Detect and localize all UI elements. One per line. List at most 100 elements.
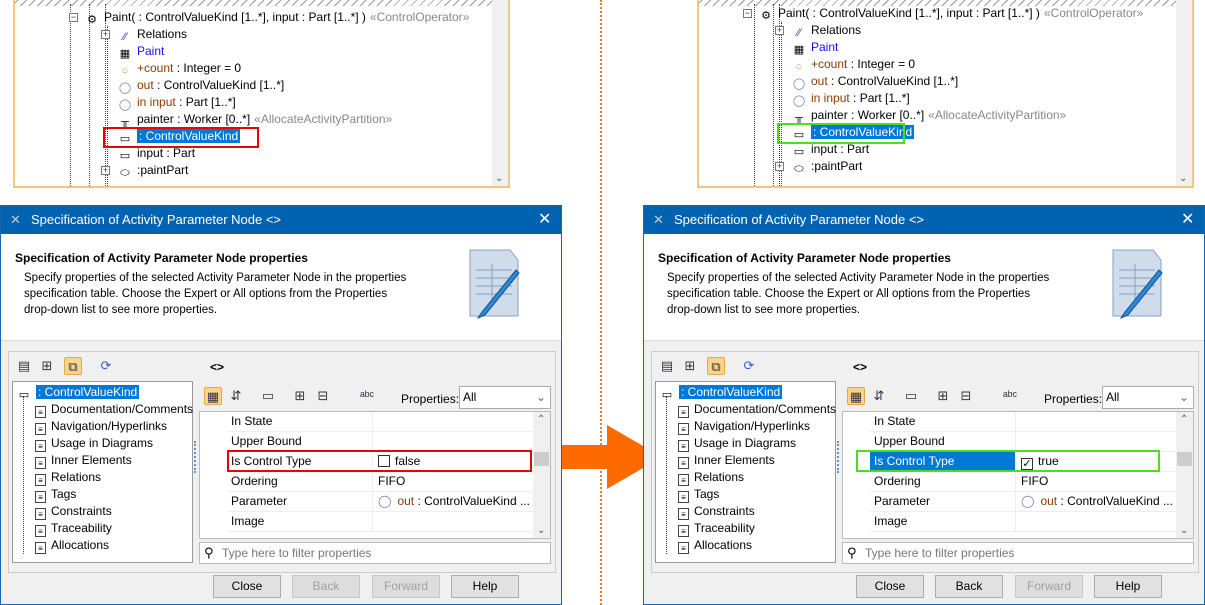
table-view-icon[interactable]: ▤ [15, 357, 33, 375]
tree-row[interactable]: ▦ Paint [792, 39, 839, 56]
tree-row[interactable]: ⬭:paintPart [792, 158, 862, 175]
refresh-icon[interactable]: ⟳ [97, 357, 115, 375]
properties-table[interactable]: In State Upper Bound Is Control Type false O… [199, 411, 551, 539]
spec-category-item[interactable]: ≡ Constraints [35, 503, 112, 520]
property-row[interactable]: Ordering FIFO [227, 472, 534, 492]
spec-category-item[interactable]: ≡ Usage in Diagrams [35, 435, 153, 452]
scrollbar[interactable]: ⌃ ⌄ [533, 412, 550, 538]
table-view-icon[interactable]: ▤ [658, 357, 676, 375]
property-row[interactable]: Upper Bound [870, 432, 1177, 452]
spec-category-item[interactable]: ≡ Usage in Diagrams [678, 435, 796, 452]
title-bar[interactable]: ✕ Specification of Activity Parameter Nod… [1, 206, 561, 234]
expand-all-icon[interactable]: ⊞ [291, 387, 309, 405]
splitter-handle[interactable] [194, 441, 196, 473]
chevron-down-icon[interactable]: ⌄ [537, 525, 545, 536]
property-value[interactable]: FIFO [1017, 472, 1177, 491]
filter-input[interactable]: Type here to filter properties [865, 543, 1014, 563]
filter-field[interactable]: ⚲ Type here to filter properties [199, 542, 551, 564]
spec-category-item[interactable]: ≡ Relations [35, 469, 101, 486]
tree-view-icon[interactable]: ⊞ [681, 357, 699, 375]
tree-row[interactable]: ▭ input : Part [118, 145, 195, 162]
expand-toggle[interactable]: + [101, 30, 110, 39]
property-value[interactable]: ◯ out : ControlValueKind ... [374, 492, 534, 511]
property-row[interactable]: Image [870, 512, 1177, 532]
scrollbar[interactable]: ⌄ [492, 0, 508, 186]
property-value[interactable] [1017, 512, 1177, 531]
categorized-icon[interactable]: ▦ [847, 387, 865, 405]
spelling-icon[interactable]: ᵃᵇᶜ [358, 387, 376, 405]
close-button[interactable]: Close [213, 575, 281, 598]
containment-tree[interactable]: ⌄ − ⚙ Paint( : ControlValueKind [1..*], inp… [13, 0, 510, 188]
spec-category-item[interactable]: ≡ Inner Elements [35, 452, 132, 469]
expand-toggle[interactable]: + [101, 166, 110, 175]
refresh-icon[interactable]: ⟳ [740, 357, 758, 375]
spec-category-item[interactable]: ≡ Traceability [678, 520, 755, 537]
tree-root-item[interactable]: ▭: ControlValueKind [17, 384, 140, 401]
chevron-down-icon[interactable]: ⌄ [1180, 525, 1188, 536]
spec-category-item[interactable]: ≡ Relations [678, 469, 744, 486]
spec-category-tree[interactable]: ▭: ControlValueKind ≡ Documentation/Commen… [655, 381, 836, 563]
close-button[interactable]: Close [856, 575, 924, 598]
spec-category-item[interactable]: ≡ Documentation/Comments [678, 401, 836, 418]
spelling-icon[interactable]: ᵃᵇᶜ [1001, 387, 1019, 405]
tree-row[interactable]: ◯ in input : Part [1..*] [792, 90, 910, 107]
tree-row[interactable]: ⬭:paintPart [118, 162, 188, 179]
categorized-icon[interactable]: ▦ [204, 387, 222, 405]
filter-input[interactable]: Type here to filter properties [222, 543, 371, 563]
tree-row[interactable]: ○ +count : Integer = 0 [118, 60, 241, 77]
spec-category-item[interactable]: ≡ Navigation/Hyperlinks [35, 418, 167, 435]
tree-row[interactable]: ◯ out : ControlValueKind [1..*] [792, 73, 958, 90]
filter-field[interactable]: ⚲ Type here to filter properties [842, 542, 1194, 564]
collapse-all-icon[interactable]: ⊟ [314, 387, 332, 405]
containment-tree[interactable]: ⌄ − ⚙ Paint( : ControlValueKind [1..*], inp… [697, 0, 1194, 188]
property-value[interactable] [1017, 412, 1177, 431]
tree-root-item[interactable]: ▭: ControlValueKind [660, 384, 783, 401]
expand-toggle[interactable]: + [775, 162, 784, 171]
spec-category-item[interactable]: ≡ Constraints [678, 503, 755, 520]
tree-row[interactable]: ◯ in input : Part [1..*] [118, 94, 236, 111]
property-row[interactable]: In State [870, 412, 1177, 432]
scrollbar[interactable]: ⌃ ⌄ [1176, 412, 1193, 538]
spec-category-item[interactable]: ≡ Tags [35, 486, 76, 503]
properties-select[interactable]: All ⌄ [1102, 386, 1194, 409]
property-row[interactable]: Image [227, 512, 534, 532]
tree-row[interactable]: ╥ painter : Worker [0..*] «AllocateActivit… [118, 111, 392, 128]
sort-icon[interactable]: ⇵ [227, 387, 245, 405]
property-value[interactable] [374, 412, 534, 431]
expand-toggle[interactable]: + [775, 26, 784, 35]
property-value[interactable] [374, 512, 534, 531]
splitter-handle[interactable] [837, 441, 839, 473]
tree-row[interactable]: ○ +count : Integer = 0 [792, 56, 915, 73]
tree-row[interactable]: ⚙ Paint( : ControlValueKind [1..*], input… [85, 9, 469, 26]
spec-category-item[interactable]: ≡ Inner Elements [678, 452, 775, 469]
expand-toggle[interactable]: − [743, 9, 752, 18]
title-bar[interactable]: ✕ Specification of Activity Parameter Nod… [644, 206, 1204, 234]
scrollbar-thumb[interactable] [1177, 452, 1192, 466]
property-row[interactable]: In State [227, 412, 534, 432]
tree-row[interactable]: ⚙ Paint( : ControlValueKind [1..*], input… [759, 5, 1143, 22]
expand-toggle[interactable]: − [69, 13, 78, 22]
scrollbar-thumb[interactable] [534, 452, 549, 466]
scrollbar[interactable]: ⌄ [1176, 0, 1192, 186]
spec-category-item[interactable]: ≡ Documentation/Comments [35, 401, 193, 418]
sort-icon[interactable]: ⇵ [870, 387, 888, 405]
tree-row[interactable]: ◯ out : ControlValueKind [1..*] [118, 77, 284, 94]
spec-category-item[interactable]: ≡ Tags [678, 486, 719, 503]
description-icon[interactable]: ▭ [259, 387, 277, 405]
spec-category-item[interactable]: ≡ Navigation/Hyperlinks [678, 418, 810, 435]
property-row[interactable]: Parameter ◯ out : ControlValueKind ... [870, 492, 1177, 512]
property-row[interactable]: Upper Bound [227, 432, 534, 452]
tree-row[interactable]: ⁄⁄ Relations [792, 22, 861, 39]
property-value[interactable] [1017, 432, 1177, 451]
property-row[interactable]: Ordering FIFO [870, 472, 1177, 492]
chevron-up-icon[interactable]: ⌃ [1180, 414, 1188, 425]
close-icon[interactable]: ✕ [1181, 206, 1194, 234]
copy-view-icon[interactable]: ⧉ [64, 357, 82, 375]
forward-button[interactable]: Forward [372, 575, 440, 598]
forward-button[interactable]: Forward [1015, 575, 1083, 598]
tree-row[interactable]: ▭ input : Part [792, 141, 869, 158]
copy-view-icon[interactable]: ⧉ [707, 357, 725, 375]
back-button[interactable]: Back [292, 575, 360, 598]
tree-row[interactable]: ⁄⁄ Relations [118, 26, 187, 43]
collapse-all-icon[interactable]: ⊟ [957, 387, 975, 405]
